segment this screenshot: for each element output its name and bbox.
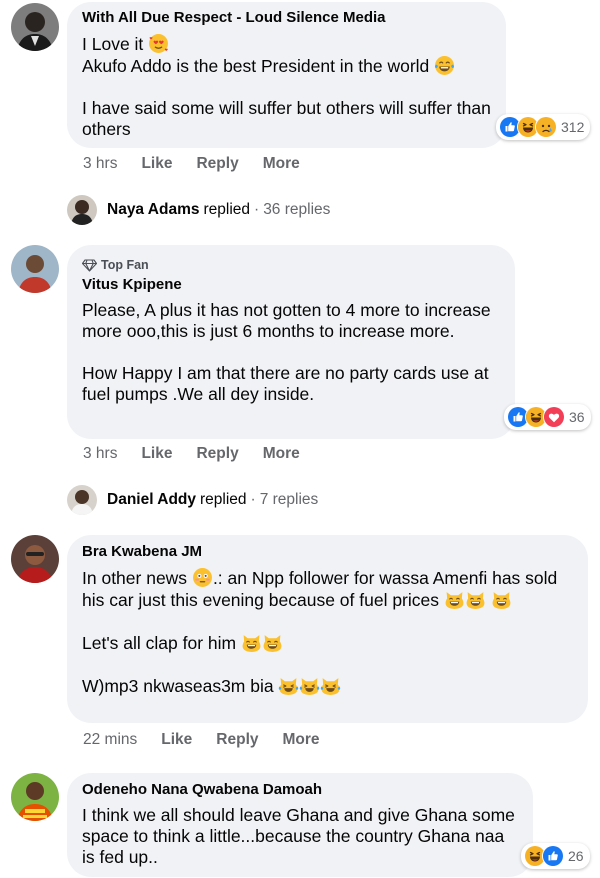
more-button[interactable]: More: [263, 155, 300, 173]
comment-text: Akufo Addo is the best President in the …: [82, 56, 430, 76]
comment-bubble: With All Due Respect - Loud Silence Medi…: [67, 2, 506, 148]
top-fan-label: Top Fan: [101, 258, 149, 272]
comment-text: In other news: [82, 568, 188, 588]
top-fan-badge: Top Fan: [82, 257, 501, 273]
cat-tears-of-joy-icon: [278, 675, 299, 696]
like-button[interactable]: Like: [141, 445, 172, 463]
smiling-face-with-hearts-icon: [148, 33, 169, 54]
reply-count: 36 replies: [263, 201, 331, 218]
like-icon: [542, 845, 564, 867]
cat-tears-of-joy-icon: [299, 675, 320, 696]
reactions-summary[interactable]: 36: [504, 404, 591, 430]
comment-time[interactable]: 3 hrs: [83, 445, 117, 463]
comment-bubble: Top Fan Vitus Kpipene Please, A plus it …: [67, 245, 515, 439]
grinning-cat-icon: [241, 632, 262, 653]
grinning-cat-icon: [491, 589, 512, 610]
commenter-avatar[interactable]: [11, 245, 59, 293]
reply-avatar: [67, 195, 97, 225]
reaction-count: 26: [568, 848, 584, 864]
reaction-count: 36: [569, 409, 585, 425]
replied-label: replied: [203, 201, 251, 218]
commenter-avatar[interactable]: [11, 535, 59, 583]
comment-text: I Love it: [82, 34, 144, 54]
reply-avatar: [67, 485, 97, 515]
like-button[interactable]: Like: [161, 731, 192, 749]
comment-text: W)mp3 nkwaseas3m bia: [82, 676, 274, 696]
reply-button[interactable]: Reply: [196, 445, 238, 463]
grinning-cat-icon: [465, 589, 486, 610]
comment-text: Please, A plus it has not gotten to 4 mo…: [82, 300, 491, 341]
cat-tears-of-joy-icon: [320, 675, 341, 696]
reactions-summary[interactable]: 312: [496, 114, 591, 140]
grinning-cat-icon: [262, 632, 283, 653]
replier-name: Naya Adams: [107, 201, 200, 218]
comment-author[interactable]: Odeneho Nana Qwabena Damoah: [82, 781, 519, 799]
separator-dot: ·: [250, 491, 256, 508]
like-button[interactable]: Like: [141, 155, 172, 173]
separator-dot: ·: [254, 201, 260, 218]
more-button[interactable]: More: [283, 731, 320, 749]
diamond-icon: [82, 258, 97, 272]
love-icon: [543, 406, 565, 428]
commenter-avatar[interactable]: [11, 3, 59, 51]
grinning-cat-icon: [444, 589, 465, 610]
comment-author[interactable]: Bra Kwabena JM: [82, 543, 574, 561]
commenter-avatar[interactable]: [11, 773, 59, 821]
comment-text: Let's all clap for him: [82, 633, 237, 653]
joy-icon: [434, 55, 455, 76]
comment-author[interactable]: With All Due Respect - Loud Silence Medi…: [82, 9, 492, 27]
comment-text: How Happy I am that there are no party c…: [82, 363, 489, 404]
more-button[interactable]: More: [263, 445, 300, 463]
reactions-summary[interactable]: 26: [521, 843, 590, 869]
sad-icon: [535, 116, 557, 138]
comment-time[interactable]: 3 hrs: [83, 155, 117, 173]
comment-actions: 3 hrs Like Reply More: [83, 155, 300, 173]
comment-bubble: Bra Kwabena JM In other news .: an Npp f…: [67, 535, 588, 723]
view-replies-link[interactable]: Naya Adams replied · 36 replies: [67, 195, 330, 225]
comment-text: I think we all should leave Ghana and gi…: [82, 805, 515, 867]
reaction-count: 312: [561, 119, 585, 135]
comment-author[interactable]: Vitus Kpipene: [82, 276, 501, 294]
comment-actions: 22 mins Like Reply More: [83, 731, 320, 749]
comment-bubble: Odeneho Nana Qwabena Damoah I think we a…: [67, 773, 533, 877]
reply-count: 7 replies: [259, 491, 319, 508]
replier-name: Daniel Addy: [107, 491, 196, 508]
flushed-face-icon: [192, 567, 213, 588]
reply-button[interactable]: Reply: [216, 731, 258, 749]
comment-actions: 3 hrs Like Reply More: [83, 445, 300, 463]
view-replies-link[interactable]: Daniel Addy replied · 7 replies: [67, 485, 318, 515]
replied-label: replied: [200, 491, 247, 508]
comment-text: I have said some will suffer but others …: [82, 98, 491, 139]
comment-time[interactable]: 22 mins: [83, 731, 137, 749]
reply-button[interactable]: Reply: [196, 155, 238, 173]
